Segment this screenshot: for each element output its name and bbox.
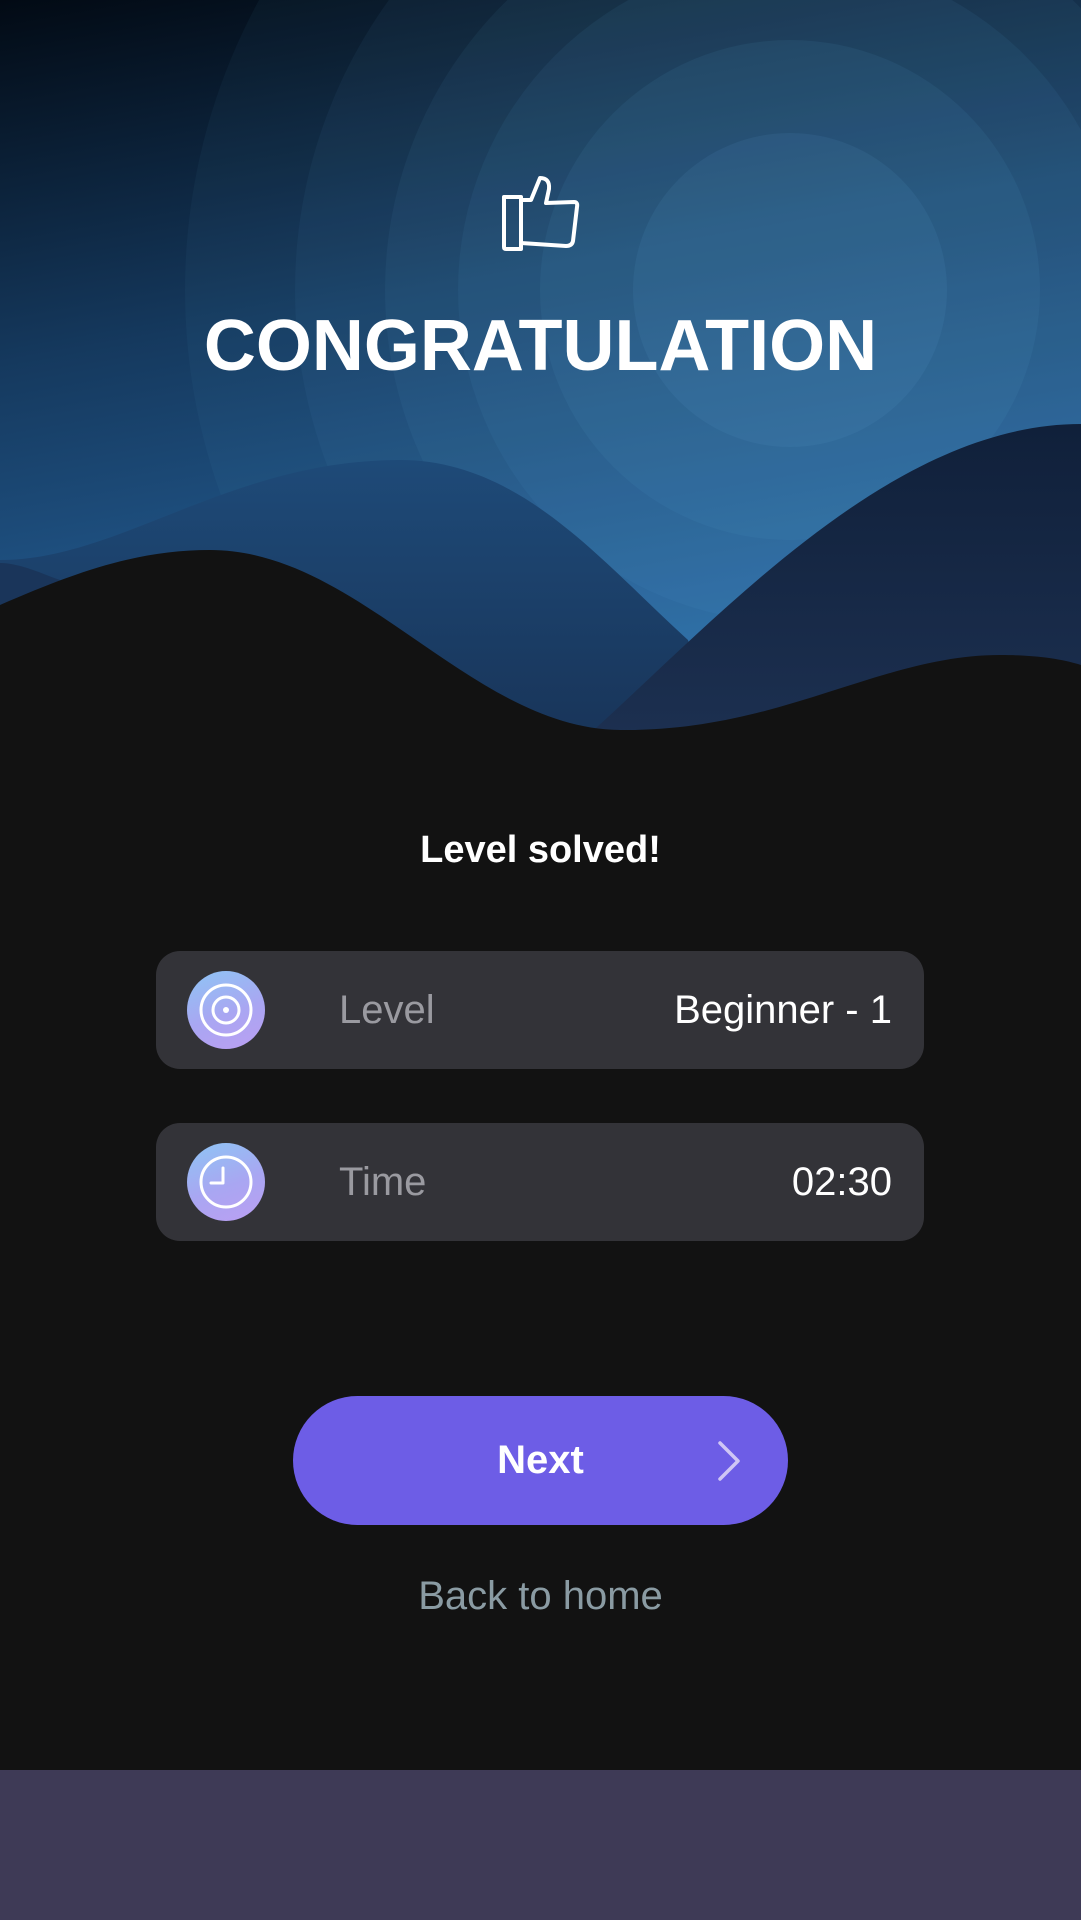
target-icon bbox=[187, 971, 265, 1049]
page-title: CONGRATULATION bbox=[203, 306, 878, 386]
time-label: Time bbox=[339, 1160, 427, 1204]
level-card: Level Beginner - 1 bbox=[156, 951, 924, 1069]
congratulation-screen: CONGRATULATION Level solved! Level Begin… bbox=[0, 0, 1081, 1920]
back-to-home-link[interactable]: Back to home bbox=[0, 1568, 1081, 1624]
next-button-label: Next bbox=[497, 1438, 584, 1482]
thumbs-up-icon bbox=[500, 172, 582, 254]
result-subtitle: Level solved! bbox=[420, 829, 661, 871]
clock-icon bbox=[187, 1143, 265, 1221]
level-label: Level bbox=[339, 988, 435, 1032]
chevron-right-icon bbox=[716, 1440, 742, 1482]
level-value: Beginner - 1 bbox=[674, 988, 892, 1032]
time-card: Time 02:30 bbox=[156, 1123, 924, 1241]
hero-background: CONGRATULATION bbox=[0, 0, 1081, 760]
bottom-bar bbox=[0, 1770, 1081, 1920]
time-value: 02:30 bbox=[791, 1160, 892, 1204]
next-button[interactable]: Next bbox=[293, 1396, 788, 1525]
